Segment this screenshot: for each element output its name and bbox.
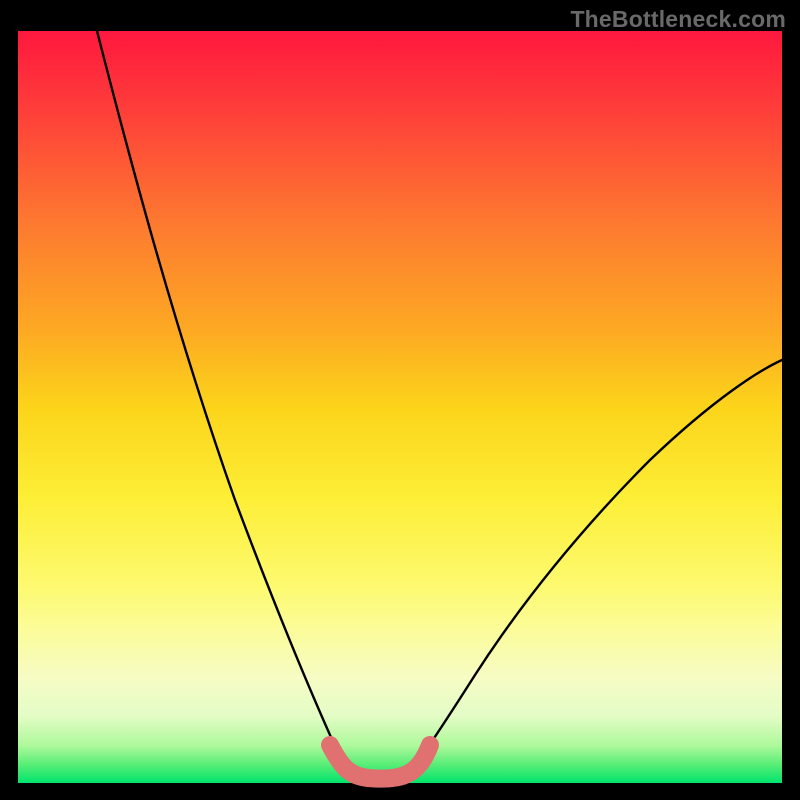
plot-background-gradient: [18, 31, 782, 783]
chart-frame: TheBottleneck.com: [0, 0, 800, 800]
plot-canvas: [0, 0, 800, 800]
watermark-text: TheBottleneck.com: [570, 6, 786, 33]
